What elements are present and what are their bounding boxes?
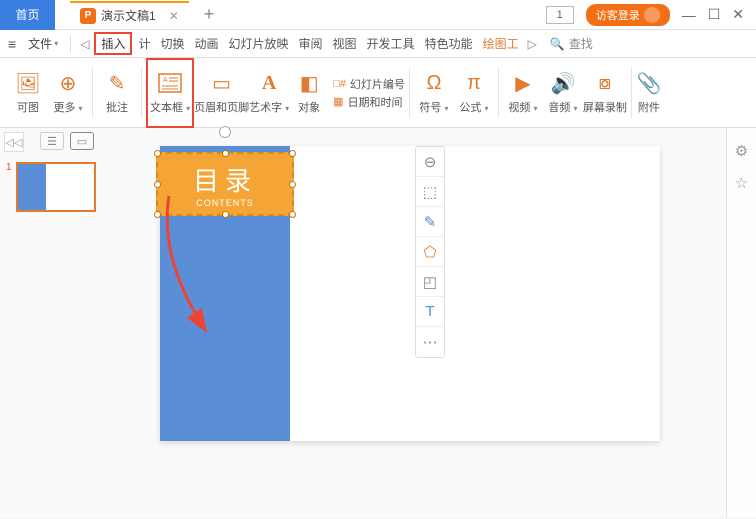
ribbon-more[interactable]: ⊕ 更多 ▾ xyxy=(48,62,88,124)
scroll-left-icon[interactable]: ◁ xyxy=(77,37,92,51)
scroll-right-icon[interactable]: ▷ xyxy=(525,37,540,51)
search-button[interactable]: 🔍 查找 xyxy=(550,35,593,52)
header-footer-icon: ▭ xyxy=(209,70,235,96)
ribbon-header-footer[interactable]: ▭ 页眉和页脚 xyxy=(194,62,249,124)
maximize-icon[interactable]: ☐ xyxy=(708,6,721,23)
object-icon: ◧ xyxy=(296,70,322,96)
add-tab-button[interactable]: + xyxy=(204,4,215,25)
hamburger-icon[interactable]: ≡ xyxy=(8,36,16,52)
resize-handle-sw[interactable] xyxy=(154,211,161,218)
ft-collapse-button[interactable]: ⊖ xyxy=(416,147,444,177)
menu-transition[interactable]: 切换 xyxy=(156,33,188,54)
ribbon-wordart[interactable]: A 艺术字 ▾ xyxy=(249,62,289,124)
ft-crop-button[interactable]: ◰ xyxy=(416,267,444,297)
slide-canvas[interactable]: 目录 CONTENTS xyxy=(160,146,660,441)
close-tab-icon[interactable]: ✕ xyxy=(169,9,179,23)
menu-review[interactable]: 审阅 xyxy=(295,33,327,54)
ribbon-object[interactable]: ◧ 对象 xyxy=(289,62,329,124)
slide-thumbnail-1[interactable] xyxy=(16,162,96,212)
menu-slideshow[interactable]: 幻灯片放映 xyxy=(225,33,293,54)
resize-handle-n[interactable] xyxy=(222,150,229,157)
resize-handle-ne[interactable] xyxy=(289,150,296,157)
document-title: 演示文稿1 xyxy=(101,7,156,24)
menu-view[interactable]: 视图 xyxy=(329,33,361,54)
ribbon-ketu[interactable]: 🖼 可图 xyxy=(8,62,48,124)
file-menu[interactable]: 文件 ▾ xyxy=(22,35,64,52)
ft-brush-button[interactable]: ✎ xyxy=(416,207,444,237)
menu-features[interactable]: 特色功能 xyxy=(421,33,477,54)
image-icon: 🖼 xyxy=(15,70,41,96)
floating-toolbar: ⊖ ⬚ ✎ ⬠ ◰ T ⋯ xyxy=(415,146,445,358)
outline-view-button[interactable]: ☰ xyxy=(40,132,64,150)
ribbon-comment[interactable]: ✎ 批注 xyxy=(97,62,137,124)
ft-layers-button[interactable]: ⬚ xyxy=(416,177,444,207)
symbol-icon: Ω xyxy=(421,70,447,96)
audio-icon: 🔊 xyxy=(550,70,576,96)
comment-icon: ✎ xyxy=(104,70,130,96)
formula-icon: π xyxy=(461,70,487,96)
wordart-icon: A xyxy=(256,70,282,96)
record-icon: ⧇ xyxy=(592,70,618,96)
menu-drawing[interactable]: 绘图工 xyxy=(479,33,523,54)
search-icon: 🔍 xyxy=(550,37,565,51)
collapse-panel-button[interactable]: ◁◁ xyxy=(4,132,24,152)
resize-handle-se[interactable] xyxy=(289,211,296,218)
ribbon-textbox[interactable]: A 文本框 ▾ xyxy=(150,62,190,124)
textbox-icon: A xyxy=(157,70,183,96)
resize-handle-e[interactable] xyxy=(289,181,296,188)
ribbon-symbol[interactable]: Ω 符号 ▾ xyxy=(414,62,454,124)
ft-text-button[interactable]: T xyxy=(416,297,444,327)
settings-icon[interactable]: ⚙ xyxy=(735,142,748,160)
resize-handle-s[interactable] xyxy=(222,211,229,218)
ft-more-button[interactable]: ⋯ xyxy=(416,327,444,357)
home-tab[interactable]: 首页 xyxy=(0,0,55,30)
ribbon-video[interactable]: ▶ 视频 ▾ xyxy=(503,62,543,124)
number-icon: □# xyxy=(333,78,346,90)
ribbon-formula[interactable]: π 公式 ▾ xyxy=(454,62,494,124)
svg-text:A: A xyxy=(163,77,168,84)
video-icon: ▶ xyxy=(510,70,536,96)
calendar-icon: ▦ xyxy=(333,95,343,108)
resize-handle-nw[interactable] xyxy=(154,150,161,157)
page-indicator: 1 xyxy=(546,6,574,24)
close-window-icon[interactable]: ✕ xyxy=(732,6,744,23)
menu-insert[interactable]: 插入 xyxy=(94,32,132,55)
thumbnail-view-button[interactable]: ▭ xyxy=(70,132,94,150)
minimize-icon[interactable]: — xyxy=(682,7,696,23)
textbox-subtitle: CONTENTS xyxy=(196,198,254,208)
menu-design[interactable]: 计 xyxy=(134,33,154,54)
document-tab[interactable]: P 演示文稿1 ✕ xyxy=(70,1,189,29)
menu-animation[interactable]: 动画 xyxy=(190,33,222,54)
guest-login-button[interactable]: 访客登录 xyxy=(586,4,670,26)
avatar-icon xyxy=(644,7,660,23)
ribbon-audio[interactable]: 🔊 音频 ▾ xyxy=(543,62,583,124)
selected-textbox[interactable]: 目录 CONTENTS xyxy=(156,152,294,216)
ft-shape-button[interactable]: ⬠ xyxy=(416,237,444,267)
more-icon: ⊕ xyxy=(55,70,81,96)
slide-number-1: 1 xyxy=(6,162,12,212)
menu-devtools[interactable]: 开发工具 xyxy=(363,33,419,54)
ribbon-attachment[interactable]: 📎 附件 xyxy=(636,62,662,124)
rotate-handle[interactable] xyxy=(219,126,231,138)
textbox-title: 目录 xyxy=(193,161,257,198)
ribbon-screen-record[interactable]: ⧇ 屏幕录制 xyxy=(583,62,627,124)
ribbon-slide-number[interactable]: □#幻灯片编号 xyxy=(333,76,405,92)
ribbon-datetime[interactable]: ▦日期和时间 xyxy=(333,94,405,110)
presentation-icon: P xyxy=(80,8,96,24)
favorite-icon[interactable]: ☆ xyxy=(735,174,748,192)
attachment-icon: 📎 xyxy=(636,70,662,96)
resize-handle-w[interactable] xyxy=(154,181,161,188)
thumbnail-panel: 1 xyxy=(0,128,110,518)
